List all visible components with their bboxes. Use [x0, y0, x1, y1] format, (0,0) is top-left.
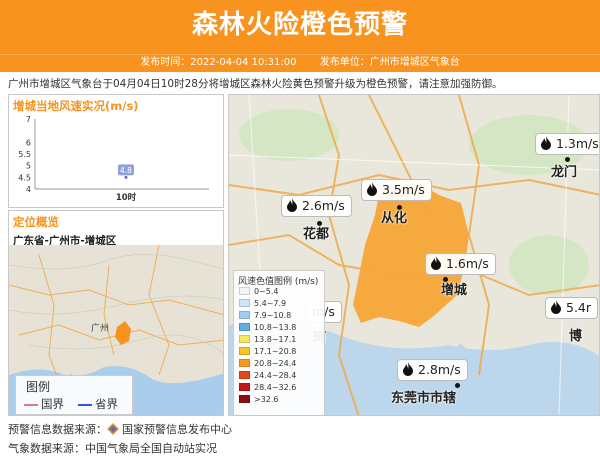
city-bo: 博	[569, 329, 583, 344]
wind-badge-dongguan[interactable]: 2.8m/s	[397, 359, 468, 381]
fire-icon	[403, 362, 413, 376]
legend-item-label: 省界	[95, 397, 118, 411]
city-conghua: 从化	[381, 211, 408, 226]
legend-item-national-border: 国界	[24, 396, 64, 412]
scale-label: 5.4~7.9	[254, 299, 287, 308]
wind-value: 1.3m/s	[556, 136, 599, 151]
wind-value: 2.8m/s	[418, 362, 461, 377]
warning-notice: 广州市增城区气象台于04月04日10时28分将增城区森林火险黄色预警升级为橙色预…	[8, 78, 503, 90]
scale-label: 0~5.4	[254, 287, 279, 296]
city-dongguan: 东莞市市辖	[391, 391, 457, 406]
y-tick-label: 4.5	[18, 173, 31, 182]
scale-label: 7.9~10.8	[254, 311, 292, 320]
scale-swatch	[239, 299, 250, 307]
scale-row: 24.4~28.4	[239, 371, 296, 382]
scale-label: >32.6	[254, 395, 279, 404]
scale-swatch	[239, 311, 250, 319]
wind-color-scale: 风速色值图例 (m/s) 0~5.4 5.4~7.9 7.9~10.8 10.8…	[233, 270, 325, 415]
page-title: 森林火险橙色预警	[191, 10, 408, 40]
scale-row: 28.4~32.6	[239, 383, 296, 394]
scale-row: 10.8~13.8	[239, 323, 296, 334]
province-border-swatch	[78, 403, 92, 406]
scale-label: 17.1~20.8	[254, 347, 297, 356]
fire-icon	[551, 300, 561, 314]
scale-swatch	[239, 347, 250, 355]
scale-label: 20.8~24.4	[254, 359, 297, 368]
scale-label: 28.4~32.6	[254, 383, 297, 392]
wind-value: 2.6m/s	[302, 198, 345, 213]
wind-speed-panel: 增城当地风速实况(m/s) 4 4.5 5 5.5 6 7 10时 4.8	[8, 94, 224, 208]
y-tick-label: 5	[26, 162, 31, 171]
y-tick-label: 5.5	[18, 150, 31, 159]
y-tick-label: 7	[26, 115, 31, 124]
fire-icon	[287, 198, 297, 212]
scale-label: 13.8~17.1	[254, 335, 297, 344]
wind-value: 5.4r	[566, 300, 592, 315]
y-tick-label: 6	[26, 138, 31, 147]
source1-label: 预警信息数据来源：	[8, 423, 107, 436]
scale-swatch	[239, 323, 250, 331]
wind-badge-zengcheng[interactable]: 1.6m/s	[425, 253, 496, 275]
scale-row: 0~5.4	[239, 287, 279, 298]
scale-swatch	[239, 371, 250, 379]
data-point	[124, 175, 128, 179]
scale-row: 17.1~20.8	[239, 347, 296, 358]
scale-swatch	[239, 359, 250, 367]
fire-icon	[367, 182, 377, 196]
city-longmen: 龙门	[551, 165, 578, 180]
national-border-swatch	[24, 403, 38, 406]
data-label: 4.8	[120, 166, 132, 175]
scale-swatch	[239, 383, 250, 391]
scale-title: 风速色值图例 (m/s)	[238, 277, 319, 287]
city-huadu: 花都	[303, 227, 330, 242]
scale-label: 10.8~13.8	[254, 323, 297, 332]
scale-row: 5.4~7.9	[239, 299, 286, 310]
source1-value: 国家预警信息发布中心	[122, 423, 232, 436]
wind-value: 3.5m/s	[382, 182, 425, 197]
city-zengcheng: 增城	[441, 283, 468, 298]
location-panel-title: 定位概览	[13, 215, 59, 229]
location-overview-panel: 定位概览 广东省-广州市-增城区 广州 图例 国界 省界	[8, 210, 224, 416]
legend-item-label: 国界	[41, 397, 64, 411]
scale-swatch	[239, 395, 250, 403]
publisher: 发布单位：广州市增城区气象台	[319, 57, 460, 68]
wind-badge-longmen[interactable]: 1.3m/s	[535, 133, 599, 155]
guangzhou-label: 广州	[91, 322, 109, 334]
legend-title: 图例	[26, 380, 51, 394]
fire-icon	[541, 136, 551, 150]
warning-center-logo-icon	[107, 423, 119, 435]
scale-row: 7.9~10.8	[239, 311, 291, 322]
y-tick-label: 4	[26, 185, 31, 194]
footer-source-weather: 气象数据来源：中国气象局全国自动站实况	[8, 442, 217, 455]
fire-icon	[431, 256, 441, 270]
wind-badge-huadu[interactable]: 2.6m/s	[281, 195, 352, 217]
scale-label: 24.4~28.4	[254, 371, 297, 380]
legend-item-province-border: 省界	[78, 396, 118, 412]
wind-value: 1.6m/s	[446, 256, 489, 271]
wind-badge-conghua[interactable]: 3.5m/s	[361, 179, 432, 201]
header-banner: 森林火险橙色预警	[0, 0, 600, 54]
wind-badge-bo[interactable]: 5.4r	[545, 297, 599, 319]
scale-swatch	[239, 335, 250, 343]
overview-legend: 图例 国界 省界	[15, 375, 133, 415]
scale-row: 20.8~24.4	[239, 359, 296, 370]
scale-row: 13.8~17.1	[239, 335, 296, 346]
footer-source-warning: 预警信息数据来源： 国家预警信息发布中心	[8, 421, 232, 437]
x-tick-label: 10时	[116, 192, 137, 203]
wind-speed-chart: 4 4.5 5 5.5 6 7 10时 4.8	[18, 115, 209, 203]
scale-swatch	[239, 287, 250, 295]
publish-info-bar: 发布时间：2022-04-04 10:31:00 发布单位：广州市增城区气象台	[0, 54, 600, 72]
scale-row: >32.6	[239, 395, 279, 406]
main-map-panel: 1.3m/s 3.5m/s 2.6m/s 1.6m/s 5.4r 2.8m/s …	[228, 94, 600, 416]
publish-time: 发布时间：2022-04-04 10:31:00	[140, 57, 297, 68]
